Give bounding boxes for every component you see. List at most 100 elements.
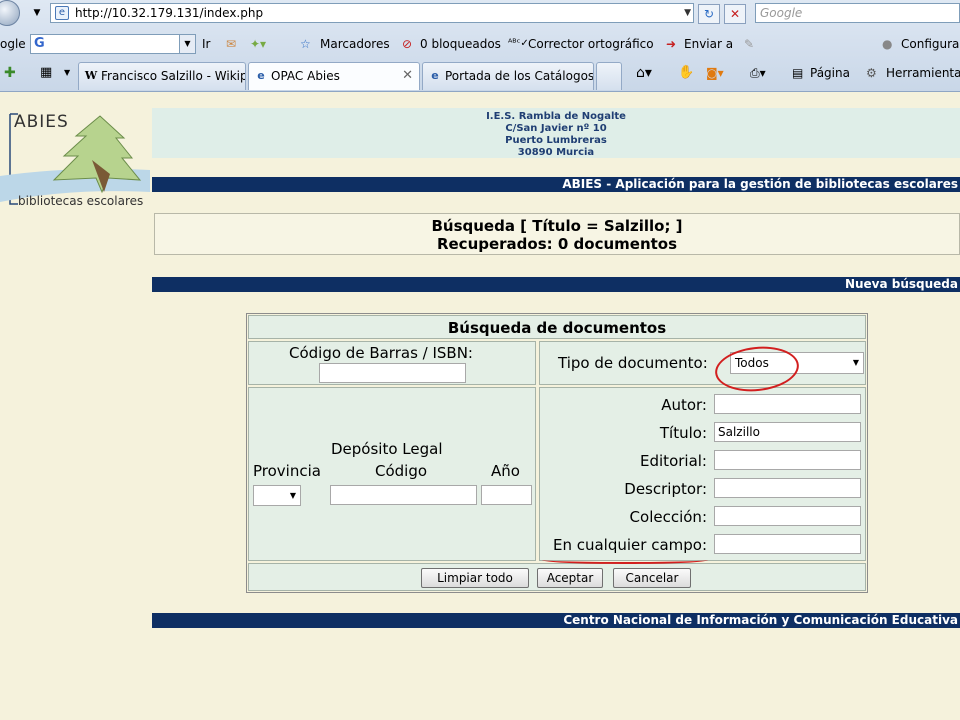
- send-icon: ➜: [666, 37, 677, 51]
- publisher-input[interactable]: [714, 450, 861, 470]
- barcode-input[interactable]: [319, 363, 466, 383]
- annotation-underline: [542, 556, 708, 564]
- collection-input[interactable]: [714, 506, 861, 526]
- footer-bar: Centro Nacional de Información y Comunic…: [152, 613, 960, 628]
- bookmarks-star-icon: ☆: [300, 37, 311, 51]
- school-postal: 30890 Murcia: [517, 147, 595, 158]
- spellcheck-menu[interactable]: Corrector ortográfico: [528, 35, 654, 53]
- school-info: I.E.S. Rambla de Nogalte C/San Javier nº…: [152, 108, 960, 158]
- tab-wikipedia[interactable]: W Francisco Salzillo - Wikip...: [78, 62, 246, 90]
- url-text: http://10.32.179.131/index.php: [75, 6, 264, 20]
- descriptor-input[interactable]: [714, 478, 861, 498]
- school-name: I.E.S. Rambla de Nogalte: [486, 111, 626, 122]
- wikipedia-icon: W: [84, 69, 98, 82]
- hand-icon[interactable]: ✋: [678, 64, 694, 82]
- search-input[interactable]: Google: [755, 3, 960, 23]
- school-town: Puerto Lumbreras: [505, 135, 607, 146]
- chevron-down-icon: ▼: [289, 491, 296, 500]
- publisher-label: Editorial:: [640, 452, 707, 470]
- tab-catalogos[interactable]: e Portada de los Catálogos ...: [422, 62, 594, 90]
- google-dropdown-icon[interactable]: ▼: [179, 35, 195, 53]
- any-field-label: En cualquier campo:: [552, 536, 707, 554]
- tab-label: Francisco Salzillo - Wikip...: [101, 69, 246, 83]
- code-label: Código: [375, 462, 428, 480]
- browser-chrome: ▼ e http://10.32.179.131/index.php ▼ ↻ ✕…: [0, 0, 960, 92]
- descriptor-label: Descriptor:: [624, 480, 707, 498]
- feed-icon[interactable]: ◙▾: [706, 64, 724, 82]
- logo-title: ABIES: [14, 112, 69, 132]
- author-label: Autor:: [661, 396, 707, 414]
- legal-deposit-label: Depósito Legal: [331, 440, 443, 458]
- popup-icon[interactable]: ✉: [226, 35, 236, 53]
- page-menu[interactable]: Página: [810, 64, 850, 82]
- home-icon[interactable]: ⌂▾: [636, 64, 652, 82]
- school-street: C/San Javier nº 10: [505, 123, 607, 134]
- cancel-button[interactable]: Cancelar: [613, 568, 691, 588]
- search-query: Búsqueda [ Título = Salzillo; ]: [431, 217, 683, 235]
- favorites-star-icon[interactable]: ✚: [4, 64, 16, 82]
- spellcheck-icon: ᴬᴮᶜ✓: [508, 38, 529, 49]
- nav-dropdown-icon[interactable]: ▼: [26, 4, 48, 24]
- page-icon: e: [55, 6, 69, 20]
- ie-page-icon: e: [257, 69, 265, 82]
- popup-blocker-icon: ⊘: [402, 37, 413, 51]
- any-field-input[interactable]: [714, 534, 861, 554]
- quick-tabs-icon[interactable]: ▦: [40, 64, 52, 82]
- chevron-down-icon: ▼: [852, 358, 859, 367]
- send-menu[interactable]: Enviar a: [684, 35, 733, 53]
- back-button[interactable]: [0, 0, 20, 26]
- tab-opac-abies[interactable]: e OPAC Abies ✕: [248, 62, 420, 90]
- address-dropdown-icon[interactable]: ▼: [684, 4, 691, 22]
- barcode-cell: Código de Barras / ISBN:: [248, 341, 536, 385]
- google-toolbar: ogle G ▼ Ir ✉ ✦▾ ☆ Marcadores ⊘ 0 bloque…: [0, 30, 960, 58]
- legal-code-input[interactable]: [330, 485, 477, 505]
- new-tab-button[interactable]: [596, 62, 622, 90]
- fields-cell: Autor: Título: Salzillo Editorial: Descr…: [539, 387, 866, 561]
- google-logo: ogle: [0, 37, 26, 51]
- tab-list-icon[interactable]: ▼: [64, 64, 70, 82]
- stop-icon[interactable]: ✕: [724, 4, 746, 24]
- settings-radio-icon: ●: [882, 37, 893, 51]
- app-title-bar: ABIES - Aplicación para la gestión de bi…: [152, 177, 960, 192]
- province-label: Provincia: [253, 462, 321, 480]
- new-search-link[interactable]: Nueva búsqueda: [152, 277, 960, 292]
- address-bar[interactable]: e http://10.32.179.131/index.php ▼: [50, 3, 694, 23]
- tab-label: OPAC Abies: [271, 69, 340, 83]
- doc-type-cell: Tipo de documento: Todos ▼: [539, 341, 866, 385]
- bookmarks-menu[interactable]: Marcadores: [320, 35, 390, 53]
- refresh-icon[interactable]: ↻: [698, 4, 720, 24]
- clear-all-button[interactable]: Limpiar todo: [421, 568, 529, 588]
- abies-logo: ABIES bibliotecas escolares: [0, 108, 150, 213]
- tab-label: Portada de los Catálogos ...: [445, 69, 594, 83]
- page-doc-icon: ▤: [792, 66, 804, 80]
- address-row: ▼ e http://10.32.179.131/index.php ▼ ↻ ✕…: [0, 0, 960, 28]
- search-result-summary: Búsqueda [ Título = Salzillo; ] Recupera…: [154, 213, 960, 255]
- title-label: Título:: [659, 424, 707, 442]
- author-input[interactable]: [714, 394, 861, 414]
- year-label: Año: [491, 462, 520, 480]
- tools-menu[interactable]: Herramientas: [886, 64, 960, 82]
- result-count: Recuperados: 0 documentos: [436, 235, 678, 253]
- legal-deposit-cell: Depósito Legal Provincia Código Año ▼: [248, 387, 536, 561]
- settings-menu[interactable]: Configuraci: [901, 35, 960, 53]
- ie-page-icon: e: [431, 69, 439, 82]
- collection-label: Colección:: [629, 508, 707, 526]
- province-select[interactable]: ▼: [253, 485, 301, 506]
- close-tab-icon[interactable]: ✕: [402, 63, 413, 89]
- title-input[interactable]: Salzillo: [714, 422, 861, 442]
- popup-blocker[interactable]: 0 bloqueados: [420, 35, 501, 53]
- go-button[interactable]: Ir: [202, 35, 210, 53]
- highlighter-icon[interactable]: ✎: [744, 35, 754, 53]
- year-input[interactable]: [481, 485, 532, 505]
- print-icon[interactable]: ⎙▾: [750, 64, 766, 82]
- form-title: Búsqueda de documentos: [248, 315, 866, 339]
- logo-subtitle: bibliotecas escolares: [18, 194, 144, 208]
- google-g-icon: G: [34, 36, 45, 51]
- tools-gear-icon: ⚙: [866, 66, 877, 80]
- extension-icon[interactable]: ✦▾: [250, 35, 266, 53]
- google-search-box[interactable]: G ▼: [30, 34, 196, 54]
- accept-button[interactable]: Aceptar: [537, 568, 603, 588]
- tab-bar: ✚ ▦ ▼ W Francisco Salzillo - Wikip... e …: [0, 60, 960, 92]
- doc-type-label: Tipo de documento:: [558, 354, 708, 372]
- barcode-label: Código de Barras / ISBN:: [289, 344, 473, 362]
